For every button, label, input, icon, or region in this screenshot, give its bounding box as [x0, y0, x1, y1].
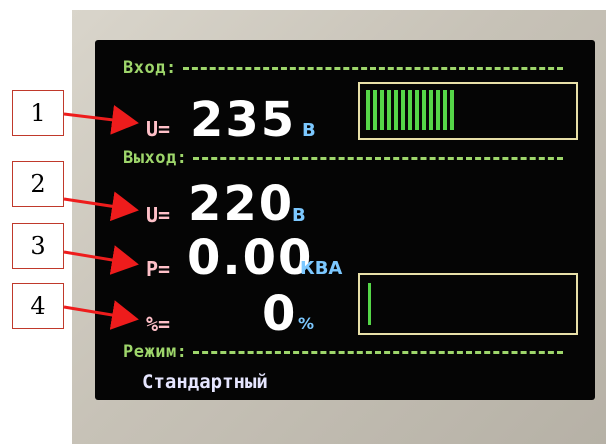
callout-arrow-2: [63, 191, 139, 222]
callout-arrow-1: [63, 104, 139, 135]
callout-arrows: [63, 104, 139, 330]
callout-arrow-3: [63, 245, 139, 275]
callout-arrow-4: [63, 300, 139, 330]
